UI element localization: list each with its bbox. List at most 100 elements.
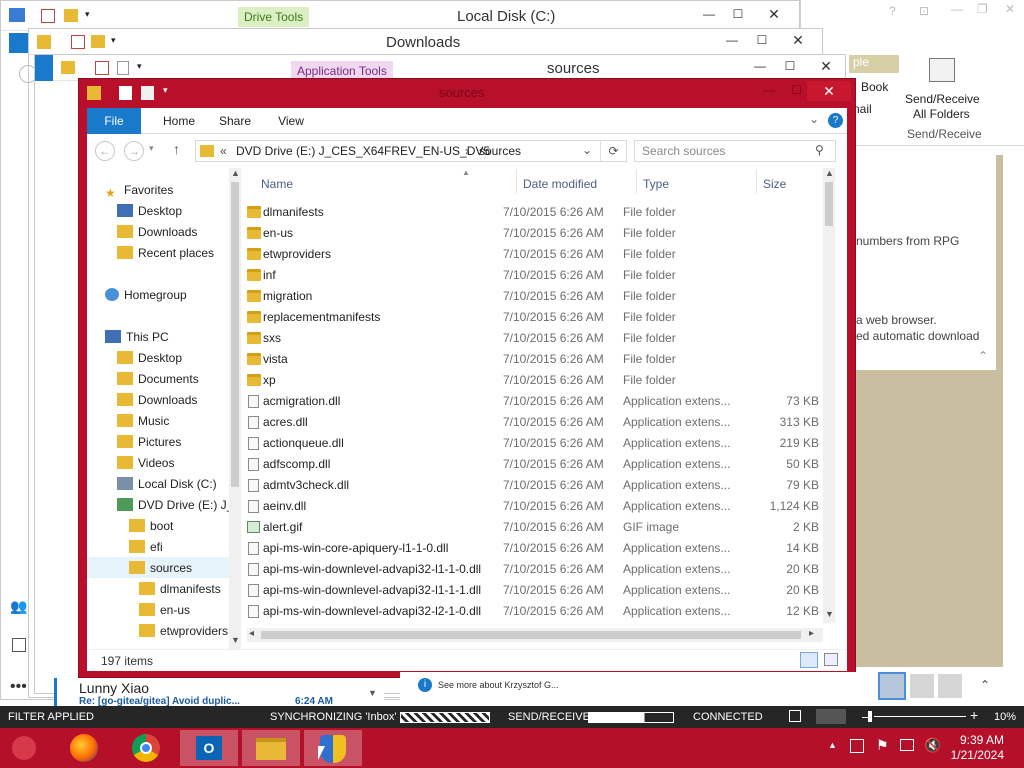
large-icons-view-icon[interactable]	[824, 653, 838, 666]
minimize-icon[interactable]: —	[694, 4, 724, 24]
table-row[interactable]: api-ms-win-downlevel-advapi32-l2-1-0.dll…	[247, 601, 827, 622]
send-receive-all-button-line2[interactable]: All Folders	[913, 107, 970, 121]
tab-view[interactable]: View	[263, 108, 319, 134]
minimize-icon[interactable]: —	[717, 30, 747, 50]
mail-list-item[interactable]: Lunny Xiao Re: [go-gitea/gitea] Avoid du…	[54, 678, 384, 707]
details-view-icon[interactable]	[800, 652, 818, 668]
table-row[interactable]: aeinv.dll 7/10/2015 6:26 AM Application ex…	[247, 496, 827, 517]
new-folder-icon[interactable]	[61, 61, 75, 74]
column-header-date[interactable]: Date modified	[523, 177, 597, 191]
file-list-scrollbar[interactable]: ▲ ▼	[823, 168, 835, 623]
table-row[interactable]: en-us 7/10/2015 6:26 AM File folder	[247, 223, 827, 244]
table-row[interactable]: migration 7/10/2015 6:26 AM File folder	[247, 286, 827, 307]
help-icon[interactable]: ?	[828, 113, 843, 128]
nav-favorites[interactable]: ★ Favorites	[105, 180, 173, 200]
scroll-up-icon[interactable]: ▲	[825, 168, 834, 178]
nav-pc-music[interactable]: Music	[117, 411, 169, 431]
help-icon[interactable]: ?	[889, 4, 896, 18]
table-row[interactable]: acmigration.dll 7/10/2015 6:26 AM Applicat…	[247, 391, 827, 412]
properties-icon[interactable]	[95, 61, 109, 75]
scroll-up-icon[interactable]: ▲	[231, 168, 240, 178]
tasks-icon[interactable]	[12, 638, 26, 652]
scroll-left-icon[interactable]: ◂	[249, 628, 254, 639]
context-tab-drive-tools[interactable]: Drive Tools	[238, 7, 310, 27]
column-header-type[interactable]: Type	[643, 177, 669, 191]
minimize-icon[interactable]: —	[763, 83, 775, 97]
ribbon-display-icon[interactable]: ⊡	[919, 4, 929, 18]
tray-power-icon[interactable]	[900, 739, 914, 751]
titlebar-local-disk[interactable]: ▾ Drive Tools Local Disk (C:) — ☐ ✕	[1, 1, 799, 31]
taskbar-outlook[interactable]: O	[180, 730, 238, 766]
person-avatar[interactable]	[910, 674, 934, 698]
scroll-right-icon[interactable]: ▸	[809, 628, 814, 639]
maximize-icon[interactable]: ☐	[775, 56, 805, 76]
taskbar-chrome[interactable]	[118, 730, 176, 766]
search-input[interactable]: Search sources	[642, 144, 725, 158]
restore-icon[interactable]: ❐	[977, 2, 988, 16]
nav-dvd-sources[interactable]: sources	[129, 558, 192, 578]
column-divider[interactable]	[636, 170, 637, 194]
table-row[interactable]: api-ms-win-core-apiquery-l1-1-0.dll 7/10/…	[247, 538, 827, 559]
close-icon[interactable]: ✕	[803, 56, 849, 76]
taskbar-firefox[interactable]	[56, 730, 114, 766]
normal-view-icon[interactable]	[789, 710, 801, 722]
start-button[interactable]	[0, 730, 48, 766]
address-bar[interactable]: « DVD Drive (E:) J_CES_X64FREV_EN-US_DV5…	[195, 140, 627, 162]
nav-scrollbar-thumb[interactable]	[231, 182, 239, 487]
file-list-hscrollbar-thumb[interactable]	[261, 631, 801, 639]
people-icon[interactable]: 👥	[10, 598, 27, 615]
tray-flag-icon[interactable]: ⚑	[876, 737, 889, 754]
close-icon[interactable]: ✕	[807, 81, 851, 101]
nav-pc-pictures[interactable]: Pictures	[117, 432, 181, 452]
table-row[interactable]: replacementmanifests 7/10/2015 6:26 AM Fil…	[247, 307, 827, 328]
taskbar-file-explorer[interactable]	[242, 730, 300, 766]
nav-sources-etwproviders[interactable]: etwproviders	[139, 621, 228, 641]
breadcrumb-overflow[interactable]: «	[220, 144, 227, 158]
tray-show-hidden-icon[interactable]: ▲	[828, 740, 837, 750]
table-row[interactable]: alert.gif 7/10/2015 6:26 AM GIF image 2 KB	[247, 517, 827, 538]
nav-fav-downloads[interactable]: Downloads	[117, 222, 197, 242]
reading-view-icon[interactable]	[816, 709, 846, 724]
nav-dvd-efi[interactable]: efi	[129, 537, 163, 557]
properties-icon[interactable]	[41, 9, 55, 23]
column-header-name[interactable]: Name	[261, 177, 293, 191]
nav-fav-recent[interactable]: Recent places	[117, 243, 214, 263]
zoom-level[interactable]: 10%	[994, 711, 1016, 723]
nav-this-pc[interactable]: This PC	[105, 327, 169, 347]
address-book-label[interactable]: Book	[861, 80, 888, 94]
close-icon[interactable]: ✕	[1005, 2, 1015, 16]
properties-icon[interactable]	[119, 86, 132, 100]
send-receive-all-button[interactable]: Send/Receive	[905, 92, 980, 106]
minimize-icon[interactable]: —	[745, 56, 775, 76]
qat-dropdown-icon[interactable]: ▾	[137, 61, 142, 72]
ribbon-expand-icon[interactable]: ⌄	[809, 112, 819, 126]
table-row[interactable]: adfscomp.dll 7/10/2015 6:26 AM Application…	[247, 454, 827, 475]
maximize-icon[interactable]: ☐	[723, 4, 753, 24]
table-row[interactable]: dlmanifests 7/10/2015 6:26 AM File folder	[247, 202, 827, 223]
file-list-scrollbar-thumb[interactable]	[825, 182, 833, 226]
back-button[interactable]: ←	[95, 141, 115, 161]
forward-button[interactable]: →	[124, 141, 144, 161]
table-row[interactable]: vista 7/10/2015 6:26 AM File folder	[247, 349, 827, 370]
file-list-hscrollbar[interactable]: ◂ ▸	[247, 628, 823, 642]
breadcrumb-sources[interactable]: sources	[479, 144, 521, 158]
taskbar-setup[interactable]	[304, 730, 362, 766]
collapse-people-icon[interactable]: ⌃	[980, 678, 990, 692]
nav-scrollbar[interactable]: ▲ ▼	[229, 168, 241, 649]
qat-dropdown-icon[interactable]: ▾	[163, 85, 168, 96]
file-icon[interactable]	[117, 61, 129, 75]
table-row[interactable]: xp 7/10/2015 6:26 AM File folder	[247, 370, 827, 391]
breadcrumb-separator[interactable]: ›	[465, 144, 469, 158]
recent-locations-icon[interactable]: ▾	[149, 143, 154, 154]
person-avatar[interactable]	[878, 672, 906, 700]
breadcrumb-dvd-drive[interactable]: DVD Drive (E:) J_CES_X64FREV_EN-US_DV5	[236, 144, 490, 158]
tray-volume-icon[interactable]: 🔇	[924, 737, 941, 754]
qat-dropdown-icon[interactable]: ▾	[85, 9, 90, 20]
nav-fav-desktop[interactable]: Desktop	[117, 201, 182, 221]
collapse-chevron-icon[interactable]: ⌃	[978, 349, 988, 363]
table-row[interactable]: sxs 7/10/2015 6:26 AM File folder	[247, 328, 827, 349]
up-button[interactable]: ↑	[173, 141, 180, 157]
nav-pc-desktop[interactable]: Desktop	[117, 348, 182, 368]
minimize-icon[interactable]: —	[951, 2, 963, 16]
search-icon[interactable]: ⚲	[815, 143, 824, 157]
